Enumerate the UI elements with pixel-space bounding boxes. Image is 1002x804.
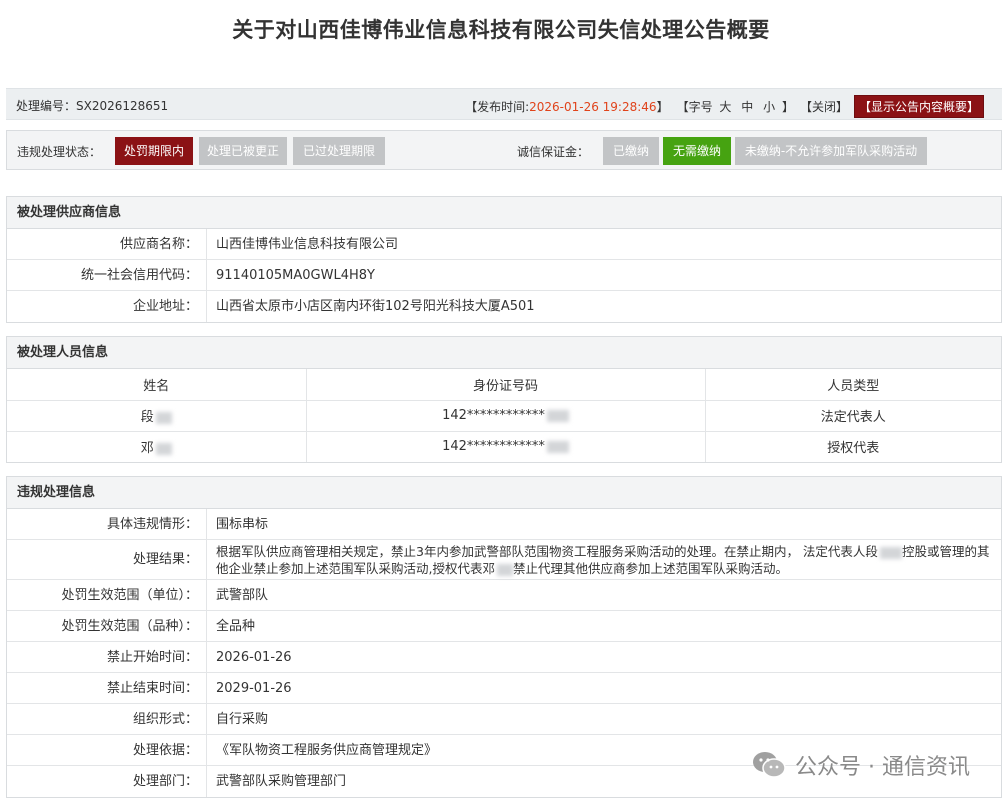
redaction-mask bbox=[546, 440, 569, 453]
basis-label: 处理依据： bbox=[7, 735, 207, 765]
deposit-unpaid[interactable]: 未缴纳-不允许参加军队采购活动 bbox=[735, 137, 927, 165]
violation-row: 处罚生效范围（品种）： 全品种 bbox=[7, 611, 1001, 642]
people-header: 被处理人员信息 bbox=[7, 337, 1001, 369]
people-table: 姓名 身份证号码 人员类型 段 142************ 法定代表人 邓 … bbox=[7, 369, 1001, 462]
ban-end-label: 禁止结束时间： bbox=[7, 673, 207, 703]
org-form-label: 组织形式： bbox=[7, 704, 207, 734]
font-size-control: 【字号 大 中 小 】 bbox=[677, 98, 794, 115]
ban-start-value: 2026-01-26 bbox=[216, 650, 292, 665]
redaction-mask bbox=[155, 442, 172, 455]
person-id-cell: 142************ bbox=[306, 400, 706, 432]
supplier-row: 统一社会信用代码： 91140105MA0GWL4H8Y bbox=[7, 260, 1001, 291]
process-number: 处理编号：SX2026128651 bbox=[16, 99, 169, 113]
font-size-small-button[interactable]: 小 bbox=[763, 98, 775, 115]
status-corrected[interactable]: 处理已被更正 bbox=[199, 137, 287, 165]
address-label: 企业地址： bbox=[7, 291, 207, 322]
redaction-mask bbox=[155, 411, 172, 424]
deposit-paid[interactable]: 已缴纳 bbox=[603, 137, 659, 165]
person-name: 段 bbox=[140, 410, 154, 425]
close-button[interactable]: 【关闭】 bbox=[800, 98, 848, 115]
department-label: 处理部门： bbox=[7, 766, 207, 797]
violation-status-label: 违规处理状态： bbox=[17, 145, 102, 159]
person-id-cell: 142************ bbox=[306, 431, 706, 462]
violation-row: 具体违规情形： 围标串标 bbox=[7, 509, 1001, 540]
supplier-row: 供应商名称： 山西佳博伟业信息科技有限公司 bbox=[7, 229, 1001, 260]
table-row: 邓 142************ 授权代表 bbox=[7, 431, 1001, 462]
violation-row: 处罚生效范围（单位）： 武警部队 bbox=[7, 580, 1001, 611]
font-size-medium-button[interactable]: 中 bbox=[741, 98, 753, 115]
violation-row: 处理结果： 根据军队供应商管理相关规定，禁止3年内参加武警部队范围物资工程服务采… bbox=[7, 540, 1001, 580]
table-header-row: 姓名 身份证号码 人员类型 bbox=[7, 369, 1001, 401]
watermark: 公众号 · 通信资讯 bbox=[751, 749, 970, 781]
redaction-mask bbox=[546, 409, 569, 422]
scope-category-label: 处罚生效范围（品种）： bbox=[7, 611, 207, 641]
person-id: 142************ bbox=[442, 408, 545, 423]
publish-time-suffix: 】 bbox=[656, 100, 669, 114]
person-name: 邓 bbox=[140, 441, 154, 457]
info-bar: 处理编号：SX2026128651 【发布时间: 2026-01-26 19:2… bbox=[6, 88, 1002, 120]
scope-category-value: 全品种 bbox=[216, 619, 256, 634]
violation-row: 禁止结束时间： 2029-01-26 bbox=[7, 673, 1001, 704]
column-header-type: 人员类型 bbox=[705, 369, 1001, 401]
person-id: 142************ bbox=[442, 439, 545, 455]
redaction-mask bbox=[879, 546, 902, 559]
supplier-section: 被处理供应商信息 供应商名称： 山西佳博伟业信息科技有限公司 统一社会信用代码：… bbox=[6, 196, 1002, 323]
redaction-mask bbox=[496, 563, 513, 576]
scope-unit-label: 处罚生效范围（单位）： bbox=[7, 580, 207, 610]
status-bar: 违规处理状态： 处罚期限内 处理已被更正 已过处理期限 诚信保证金： 已缴纳 无… bbox=[6, 130, 1002, 170]
ban-start-label: 禁止开始时间： bbox=[7, 642, 207, 672]
person-type: 授权代表 bbox=[827, 441, 880, 457]
violation-header: 违规处理信息 bbox=[7, 477, 1001, 509]
result-label: 处理结果： bbox=[7, 540, 207, 579]
credit-code-label: 统一社会信用代码： bbox=[7, 260, 207, 290]
status-within-penalty[interactable]: 处罚期限内 bbox=[115, 137, 193, 165]
person-type: 法定代表人 bbox=[705, 400, 1001, 432]
column-header-id: 身份证号码 bbox=[306, 369, 706, 401]
violation-row: 组织形式： 自行采购 bbox=[7, 704, 1001, 735]
person-name-cell: 邓 bbox=[7, 431, 307, 462]
info-bar-actions: 【发布时间: 2026-01-26 19:28:46 】 【字号 大 中 小 】… bbox=[465, 95, 984, 118]
supplier-row: 企业地址： 山西省太原市小店区南内环街102号阳光科技大厦A501 bbox=[7, 291, 1001, 322]
result-value: 根据军队供应商管理相关规定，禁止3年内参加武警部队范围物资工程服务采购活动的处理… bbox=[207, 540, 1001, 579]
result-text-c: 禁止代理其他供应商参加上述范围军队采购活动。 bbox=[512, 561, 788, 576]
people-section: 被处理人员信息 姓名 身份证号码 人员类型 段 142************ … bbox=[6, 336, 1002, 463]
column-header-name: 姓名 bbox=[7, 369, 307, 401]
font-size-label: 【字号 bbox=[676, 100, 713, 114]
page-title: 关于对山西佳博伟业信息科技有限公司失信处理公告概要 bbox=[232, 18, 770, 42]
violation-row: 禁止开始时间： 2026-01-26 bbox=[7, 642, 1001, 673]
credit-code-value: 91140105MA0GWL4H8Y bbox=[216, 268, 375, 283]
result-text-a: 根据军队供应商管理相关规定，禁止3年内参加武警部队范围物资工程服务采购活动的处理… bbox=[216, 544, 878, 559]
scope-unit-value: 武警部队 bbox=[216, 588, 269, 603]
person-name-cell: 段 bbox=[7, 400, 307, 432]
publish-time: 2026-01-26 19:28:46 bbox=[529, 99, 657, 114]
show-summary-button[interactable]: 【显示公告内容概要】 bbox=[853, 95, 984, 118]
violation-type-label: 具体违规情形： bbox=[7, 509, 207, 539]
watermark-text: 公众号 · 通信资讯 bbox=[795, 755, 970, 780]
wechat-icon bbox=[753, 752, 786, 778]
publish-time-prefix: 【发布时间: bbox=[465, 100, 530, 114]
supplier-name-value: 山西佳博伟业信息科技有限公司 bbox=[216, 237, 399, 252]
violation-type-value: 围标串标 bbox=[216, 517, 269, 532]
org-form-value: 自行采购 bbox=[216, 712, 269, 727]
supplier-name-label: 供应商名称： bbox=[7, 229, 207, 259]
supplier-header: 被处理供应商信息 bbox=[7, 197, 1001, 229]
ban-end-value: 2029-01-26 bbox=[216, 681, 292, 696]
font-size-suffix: 】 bbox=[781, 100, 794, 114]
font-size-large-button[interactable]: 大 bbox=[719, 98, 731, 115]
status-expired[interactable]: 已过处理期限 bbox=[293, 137, 385, 165]
deposit-label: 诚信保证金： bbox=[517, 145, 590, 159]
address-value: 山西省太原市小店区南内环街102号阳光科技大厦A501 bbox=[216, 299, 535, 314]
deposit-not-required[interactable]: 无需缴纳 bbox=[663, 137, 731, 165]
table-row: 段 142************ 法定代表人 bbox=[7, 400, 1001, 432]
